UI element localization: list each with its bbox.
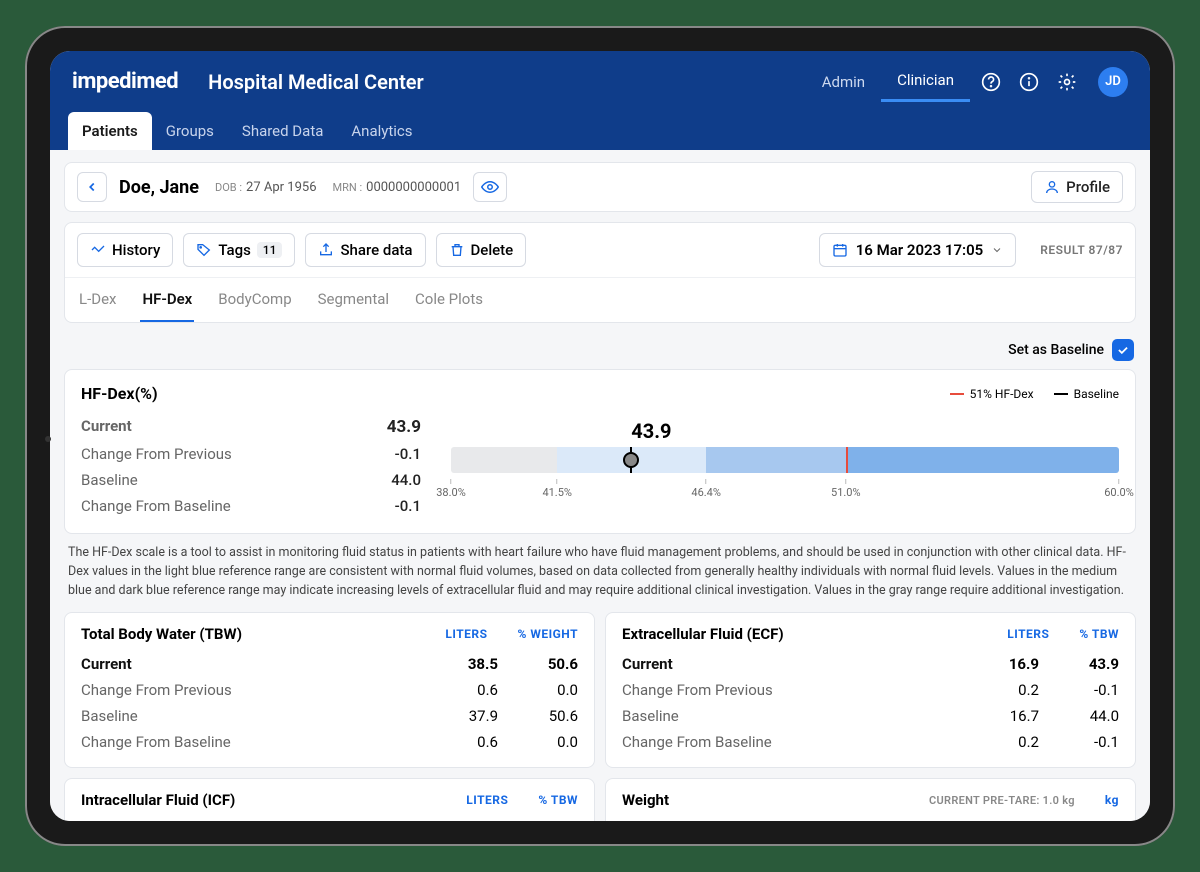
hfdex-title: HF-Dex(%)	[81, 384, 158, 403]
app-header: impedimed Hospital Medical Center Admin …	[50, 51, 1150, 150]
tick-3: 51.0%	[831, 479, 861, 499]
visibility-button[interactable]	[473, 172, 507, 202]
tick-0: 38.0%	[436, 479, 466, 499]
share-button[interactable]: Share data	[305, 233, 425, 267]
gear-icon[interactable]	[1050, 65, 1084, 99]
baseline-checkbox[interactable]	[1112, 339, 1134, 361]
subtab-hfdex[interactable]: HF-Dex	[140, 278, 194, 322]
chart-bar	[451, 447, 1119, 473]
ecf-card: Extracellular Fluid (ECF)LITERS% TBW Cur…	[605, 612, 1136, 768]
hfdex-card: HF-Dex(%) 51% HF-Dex Baseline Current43.…	[64, 369, 1136, 534]
patient-name: Doe, Jane	[119, 177, 199, 198]
main-nav: Patients Groups Shared Data Analytics	[50, 112, 1150, 150]
current-marker	[630, 447, 632, 473]
legend-black-line	[1054, 393, 1068, 395]
ref-51-marker	[846, 447, 848, 473]
subtab-coleplots[interactable]: Cole Plots	[413, 278, 485, 322]
back-button[interactable]	[77, 172, 107, 202]
zone-gray	[451, 447, 557, 473]
profile-label: Profile	[1066, 178, 1110, 196]
tbw-card: Total Body Water (TBW)LITERS% WEIGHT Cur…	[64, 612, 595, 768]
patient-dob: DOB :27 Apr 1956	[215, 180, 317, 195]
tabs-card: History Tags11 Share data Delete 16 Mar …	[64, 222, 1136, 323]
nav-patients[interactable]: Patients	[68, 112, 152, 150]
subtab-segmental[interactable]: Segmental	[316, 278, 391, 322]
zone-mediumblue	[706, 447, 846, 473]
nav-shared-data[interactable]: Shared Data	[228, 112, 337, 150]
zone-blue	[846, 447, 1119, 473]
content-area: Doe, Jane DOB :27 Apr 1956 MRN :00000000…	[50, 150, 1150, 821]
subtab-ldex[interactable]: L-Dex	[77, 278, 118, 322]
hfdex-chart: 43.9 38.0% 41.5% 46.4%	[451, 413, 1119, 519]
patient-bar: Doe, Jane DOB :27 Apr 1956 MRN :00000000…	[64, 162, 1136, 212]
camera-dot	[45, 436, 51, 442]
tick-4: 60.0%	[1104, 479, 1134, 499]
delete-button[interactable]: Delete	[436, 233, 527, 267]
patient-mrn: MRN :0000000000001	[333, 180, 462, 195]
role-admin-tab[interactable]: Admin	[806, 63, 881, 101]
tick-2: 46.4%	[691, 479, 721, 499]
avatar[interactable]: JD	[1098, 67, 1128, 97]
nav-analytics[interactable]: Analytics	[337, 112, 426, 150]
chevron-down-icon	[991, 244, 1003, 256]
history-button[interactable]: History	[77, 233, 173, 267]
hfdex-description: The HF-Dex scale is a tool to assist in …	[64, 544, 1136, 600]
tags-count: 11	[257, 242, 283, 258]
tablet-frame: impedimed Hospital Medical Center Admin …	[25, 26, 1175, 846]
help-icon[interactable]	[974, 65, 1008, 99]
screen: impedimed Hospital Medical Center Admin …	[50, 51, 1150, 821]
info-icon[interactable]	[1012, 65, 1046, 99]
date-selector[interactable]: 16 Mar 2023 17:05	[819, 233, 1017, 267]
weight-card: WeightCURRENT PRE-TARE: 1.0 kgkg Current…	[605, 778, 1136, 821]
hospital-name: Hospital Medical Center	[208, 70, 424, 94]
baseline-label: Set as Baseline	[1008, 342, 1104, 358]
data-grid: Total Body Water (TBW)LITERS% WEIGHT Cur…	[64, 612, 1136, 821]
chart-value: 43.9	[184, 419, 1119, 443]
subtab-row: L-Dex HF-Dex BodyComp Segmental Cole Plo…	[65, 278, 1135, 322]
tags-button[interactable]: Tags11	[183, 233, 295, 267]
legend-red-line	[950, 393, 964, 395]
subtab-bodycomp[interactable]: BodyComp	[216, 278, 293, 322]
role-clinician-tab[interactable]: Clinician	[881, 61, 970, 102]
hfdex-legend: 51% HF-Dex Baseline	[950, 387, 1119, 401]
icf-card: Intracellular Fluid (ICF)LITERS% TBW Cur…	[64, 778, 595, 821]
result-count: RESULT 87/87	[1040, 243, 1123, 257]
baseline-toggle-row: Set as Baseline	[64, 333, 1136, 369]
logo: impedimed	[72, 69, 178, 94]
tick-1: 41.5%	[542, 479, 572, 499]
profile-button[interactable]: Profile	[1031, 171, 1123, 203]
nav-groups[interactable]: Groups	[152, 112, 228, 150]
